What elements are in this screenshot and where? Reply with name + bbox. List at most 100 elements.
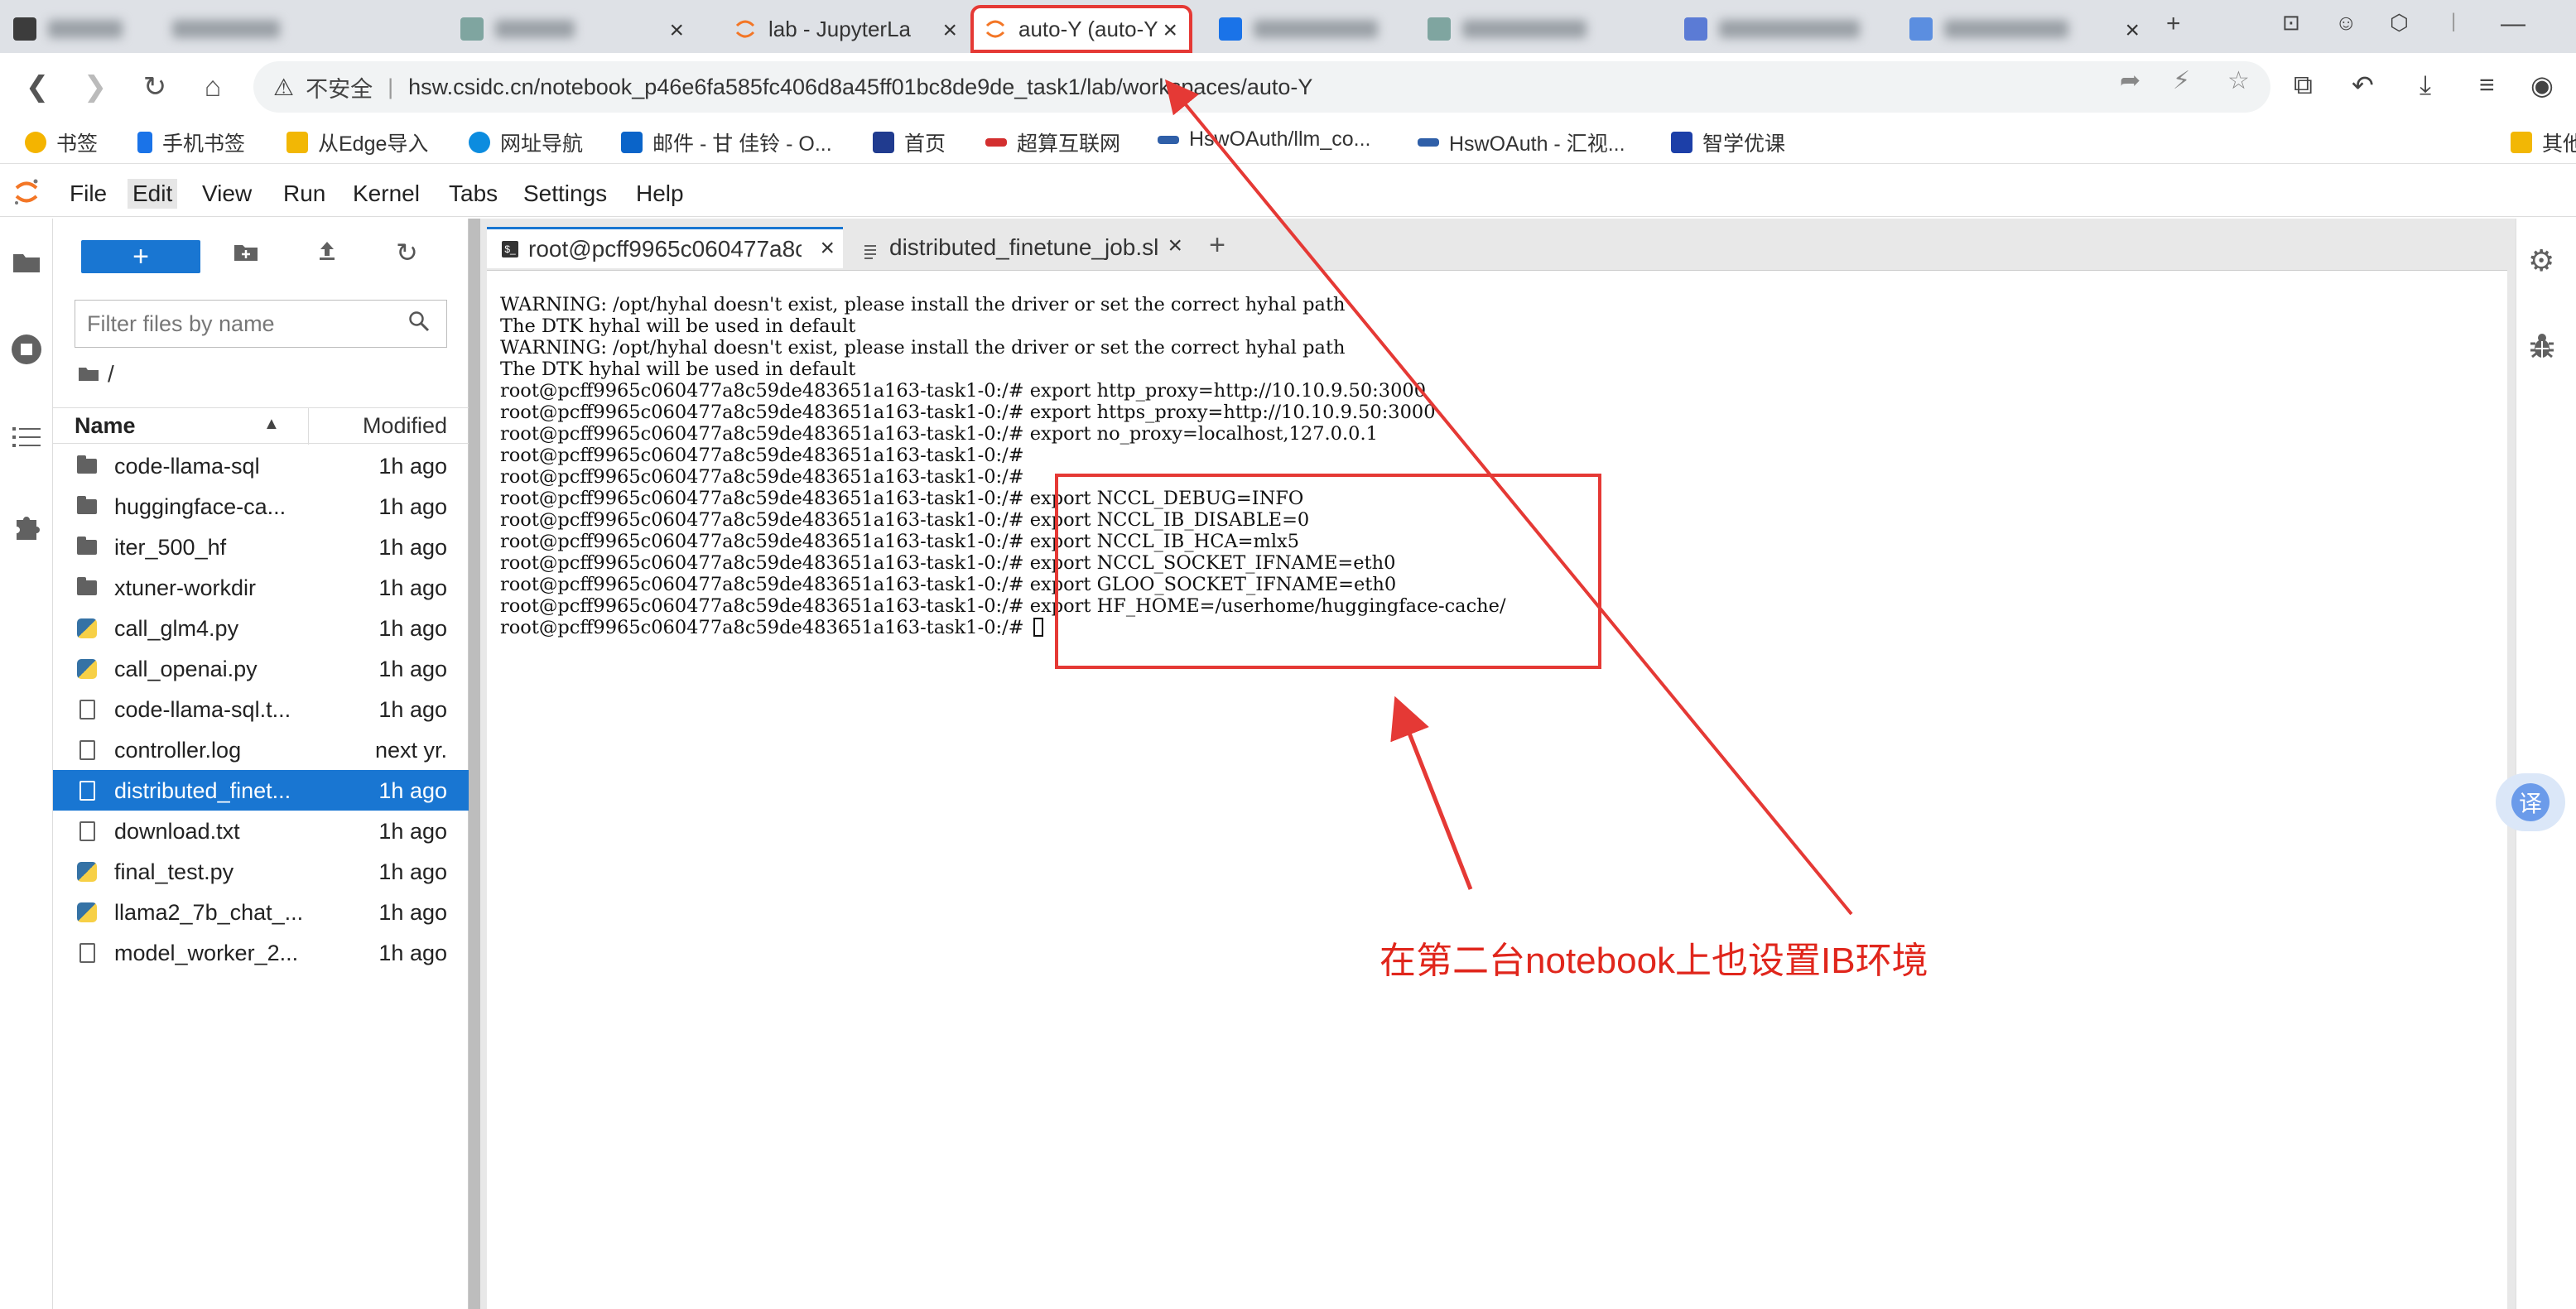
- file-row[interactable]: code-llama-sql.t... 1h ago: [53, 689, 469, 729]
- column-name-header[interactable]: Name: [75, 413, 136, 439]
- download-icon[interactable]: ⤓: [2420, 70, 2431, 101]
- back-button[interactable]: ❮: [17, 66, 58, 108]
- breadcrumb-root[interactable]: /: [108, 361, 114, 387]
- bookmark-item[interactable]: 网址导航: [469, 128, 583, 157]
- home-button[interactable]: ⌂: [192, 66, 234, 108]
- add-tab-icon[interactable]: +: [1199, 227, 1235, 263]
- bookmark-item[interactable]: 其他: [2511, 128, 2576, 157]
- file-icon: [76, 821, 98, 842]
- file-row[interactable]: xtuner-workdir 1h ago: [53, 567, 469, 608]
- upload-icon[interactable]: [316, 240, 338, 268]
- sort-ascending-icon[interactable]: ▲: [263, 415, 280, 434]
- bookmark-item[interactable]: 从Edge导入: [286, 128, 428, 157]
- browser-tab-jupyterlab[interactable]: lab - JupyterLa ×: [720, 5, 969, 53]
- browser-tab-active[interactable]: auto-Y (auto-Y ×: [970, 5, 1192, 53]
- tab-close-icon[interactable]: ×: [669, 17, 684, 45]
- panel-splitter[interactable]: [469, 219, 480, 1309]
- share-icon[interactable]: ➦: [2120, 66, 2140, 95]
- tab-search-icon[interactable]: ⊡: [2282, 10, 2300, 36]
- browser-tab[interactable]: ×: [447, 5, 696, 53]
- search-icon: [408, 310, 430, 338]
- folder-icon[interactable]: [8, 243, 45, 280]
- file-name: controller.log: [114, 738, 242, 763]
- file-row[interactable]: iter_500_hf 1h ago: [53, 527, 469, 567]
- text-file-icon: [863, 239, 879, 259]
- tab-terminal[interactable]: $_ root@pcff9965c060477a8c ×: [487, 227, 843, 268]
- undo-icon[interactable]: ↶: [2352, 70, 2374, 101]
- profile-icon[interactable]: ☺: [2335, 10, 2357, 36]
- browser-tab[interactable]: [1206, 5, 1669, 53]
- running-sessions-icon[interactable]: [8, 331, 45, 368]
- new-launcher-button[interactable]: +: [81, 240, 200, 273]
- file-icon: [76, 739, 98, 761]
- left-sidebar-rail: [0, 219, 53, 1309]
- file-row[interactable]: distributed_finet... 1h ago: [53, 770, 469, 811]
- extensions-icon[interactable]: ⬡: [2390, 10, 2409, 36]
- menu-help[interactable]: Help: [631, 179, 689, 209]
- avatar[interactable]: ◉: [2530, 70, 2554, 101]
- new-folder-icon[interactable]: [234, 240, 258, 268]
- browser-tab[interactable]: ×: [1671, 5, 2151, 53]
- extension-puzzle-icon[interactable]: ⧉: [2294, 70, 2313, 101]
- file-row[interactable]: final_test.py 1h ago: [53, 851, 469, 892]
- menu-tabs[interactable]: Tabs: [444, 179, 503, 209]
- terminal-panel[interactable]: WARNING: /opt/hyhal doesn't exist, pleas…: [487, 270, 2507, 1309]
- terminal-line: The DTK hyhal will be used in default: [500, 315, 856, 337]
- property-inspector-icon[interactable]: ⚙: [2528, 243, 2554, 278]
- bookmark-item[interactable]: 智学优课: [1671, 128, 1785, 157]
- tab-title: root@pcff9965c060477a8c: [528, 235, 802, 262]
- tab-close-icon[interactable]: ×: [1163, 17, 1177, 45]
- file-row[interactable]: huggingface-ca... 1h ago: [53, 486, 469, 527]
- new-tab-button[interactable]: +: [2166, 10, 2181, 38]
- browser-tab[interactable]: [0, 5, 389, 53]
- column-modified-header[interactable]: Modified: [363, 413, 447, 439]
- refresh-icon[interactable]: ↻: [396, 237, 418, 268]
- bookmark-item[interactable]: HswOAuth - 汇视...: [1418, 128, 1625, 157]
- bookmarks-bar: 书签 手机书签 从Edge导入 网址导航 邮件 - 甘 佳铃 - O... 首页…: [0, 121, 2576, 164]
- extensions-icon[interactable]: [8, 508, 45, 545]
- python-file-icon: [76, 618, 98, 639]
- file-icon: [76, 942, 98, 964]
- file-row[interactable]: llama2_7b_chat_... 1h ago: [53, 892, 469, 932]
- menu-run[interactable]: Run: [278, 179, 330, 209]
- file-row[interactable]: call_glm4.py 1h ago: [53, 608, 469, 648]
- menu-file[interactable]: File: [65, 179, 112, 209]
- forward-button[interactable]: ❯: [75, 66, 116, 108]
- minimize-button[interactable]: —: [2501, 10, 2525, 38]
- file-row[interactable]: controller.log next yr.: [53, 729, 469, 770]
- bookmark-label: 首页: [904, 132, 946, 156]
- tab-file[interactable]: distributed_finetune_job.sl ×: [848, 227, 1191, 268]
- menu-kernel[interactable]: Kernel: [348, 179, 425, 209]
- bookmark-item[interactable]: 首页: [873, 128, 946, 157]
- breadcrumb[interactable]: /: [78, 361, 114, 387]
- tab-close-icon[interactable]: ×: [2125, 17, 2140, 45]
- url-bar[interactable]: ⚠ 不安全 | hsw.csidc.cn/notebook_p46e6fa585…: [253, 61, 2270, 113]
- column-divider[interactable]: [308, 408, 309, 445]
- bookmark-item[interactable]: HswOAuth/llm_co...: [1158, 128, 1371, 152]
- close-icon[interactable]: ×: [1168, 232, 1182, 260]
- menu-settings[interactable]: Settings: [518, 179, 612, 209]
- tab-close-icon[interactable]: ×: [942, 17, 957, 45]
- file-row[interactable]: model_worker_2... 1h ago: [53, 932, 469, 973]
- terminal-line: The DTK hyhal will be used in default: [500, 359, 856, 380]
- lightning-icon[interactable]: ⚡: [2173, 66, 2190, 95]
- menu-view[interactable]: View: [197, 179, 257, 209]
- debugger-icon[interactable]: [2528, 331, 2556, 368]
- table-of-contents-icon[interactable]: [8, 419, 45, 455]
- reload-button[interactable]: ↻: [134, 66, 176, 108]
- menu-edit[interactable]: Edit: [128, 179, 178, 209]
- bookmark-item[interactable]: 手机书签: [137, 128, 245, 157]
- bookmark-item[interactable]: 超算互联网: [985, 128, 1120, 157]
- file-name: code-llama-sql: [114, 454, 260, 479]
- close-icon[interactable]: ×: [820, 234, 835, 262]
- menu-icon[interactable]: ≡: [2479, 70, 2495, 100]
- bookmark-item[interactable]: 邮件 - 甘 佳铃 - O...: [621, 128, 832, 157]
- file-row[interactable]: code-llama-sql 1h ago: [53, 445, 469, 486]
- file-row[interactable]: call_openai.py 1h ago: [53, 648, 469, 689]
- bookmark-star-icon[interactable]: ☆: [2227, 66, 2250, 95]
- file-row[interactable]: download.txt 1h ago: [53, 811, 469, 851]
- bookmark-item[interactable]: 书签: [25, 128, 98, 157]
- translate-button[interactable]: 译: [2496, 773, 2565, 831]
- filter-files-input[interactable]: Filter files by name: [75, 300, 447, 348]
- file-modified: 1h ago: [378, 941, 447, 965]
